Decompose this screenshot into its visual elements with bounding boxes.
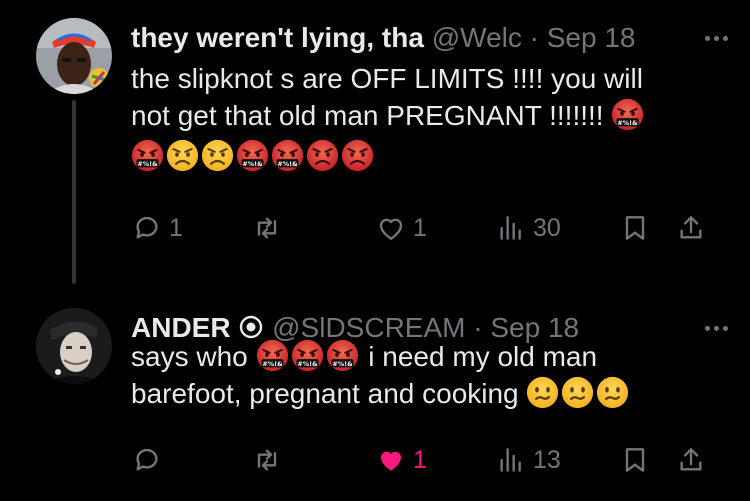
repost-button[interactable]	[251, 212, 289, 244]
views-icon	[495, 212, 527, 244]
avatar[interactable]	[36, 18, 112, 94]
angry-face-emoji	[166, 139, 199, 172]
confused-face-emoji	[596, 376, 629, 409]
username[interactable]: @Welc	[432, 22, 522, 53]
like-count: 1	[413, 445, 427, 474]
heart-icon	[375, 212, 407, 244]
share-button[interactable]	[675, 444, 707, 476]
cursing-face-emoji	[326, 339, 359, 372]
bookmark-button[interactable]	[619, 212, 651, 244]
repost-button[interactable]	[251, 444, 289, 476]
display-name[interactable]: they weren't lying, tha	[131, 22, 424, 53]
confused-face-emoji	[561, 376, 594, 409]
reply-button[interactable]: 1	[131, 212, 183, 244]
bookmark-icon	[619, 444, 651, 476]
views-button[interactable]: 13	[495, 444, 561, 476]
timestamp[interactable]: Sep 18	[547, 22, 636, 53]
avatar[interactable]	[36, 308, 112, 384]
tweet[interactable]: ANDER @SlDSCREAM · Sep 18 says who i nee…	[0, 290, 750, 501]
tweet-text-fragment: barefoot, pregnant and cooking	[131, 378, 519, 409]
like-button[interactable]: 1	[375, 444, 427, 476]
tweet-text-fragment: not get that old man PREGNANT !!!!!!!	[131, 100, 604, 131]
cursing-face-emoji	[131, 139, 164, 172]
pouting-face-emoji	[341, 139, 374, 172]
views-icon	[495, 444, 527, 476]
reply-icon	[131, 444, 163, 476]
tweet-text-fragment: i need my old man	[368, 341, 598, 372]
cursing-face-emoji	[271, 139, 304, 172]
view-count: 30	[533, 213, 561, 242]
more-options-icon[interactable]	[703, 308, 730, 348]
bookmark-icon	[619, 212, 651, 244]
tweet-text-line: the slipknot s are OFF LIMITS !!!! you w…	[131, 63, 643, 94]
circle-dot-icon	[240, 315, 263, 339]
reply-icon	[131, 212, 163, 244]
emoji-row	[131, 138, 680, 175]
tweet-header: they weren't lying, tha @Welc · Sep 18	[131, 18, 710, 58]
tweet-text-line: barefoot, pregnant and cooking	[131, 375, 680, 412]
confused-face-emoji	[526, 376, 559, 409]
cursing-face-emoji	[256, 339, 289, 372]
views-button[interactable]: 30	[495, 212, 561, 244]
tweet[interactable]: they weren't lying, tha @Welc · Sep 18 t…	[0, 0, 750, 290]
tweet-text: the slipknot s are OFF LIMITS !!!! you w…	[131, 60, 680, 175]
tweet-text-line: not get that old man PREGNANT !!!!!!!	[131, 97, 680, 134]
tweet-actions: 1 13	[131, 438, 714, 482]
reply-count: 1	[169, 213, 183, 242]
tweet-actions: 1 1 30	[131, 206, 714, 250]
view-count: 13	[533, 445, 561, 474]
separator: ·	[529, 22, 539, 53]
pouting-face-emoji	[306, 139, 339, 172]
like-count: 1	[413, 213, 427, 242]
angry-face-emoji	[201, 139, 234, 172]
bookmark-button[interactable]	[619, 444, 651, 476]
cursing-face-emoji	[291, 339, 324, 372]
thread-line	[72, 100, 76, 284]
share-button[interactable]	[675, 212, 707, 244]
reply-button[interactable]	[131, 444, 169, 476]
tweet-text-line: says who i need my old man	[131, 338, 680, 375]
repost-icon	[251, 212, 283, 244]
repost-icon	[251, 444, 283, 476]
more-options-icon[interactable]	[703, 18, 730, 58]
heart-filled-icon	[375, 444, 407, 476]
cursing-face-emoji	[611, 98, 644, 131]
tweet-text: says who i need my old man barefoot, pre…	[131, 338, 680, 412]
share-icon	[675, 444, 707, 476]
like-button[interactable]: 1	[375, 212, 427, 244]
cursing-face-emoji	[236, 139, 269, 172]
tweet-text-fragment: says who	[131, 341, 248, 372]
share-icon	[675, 212, 707, 244]
